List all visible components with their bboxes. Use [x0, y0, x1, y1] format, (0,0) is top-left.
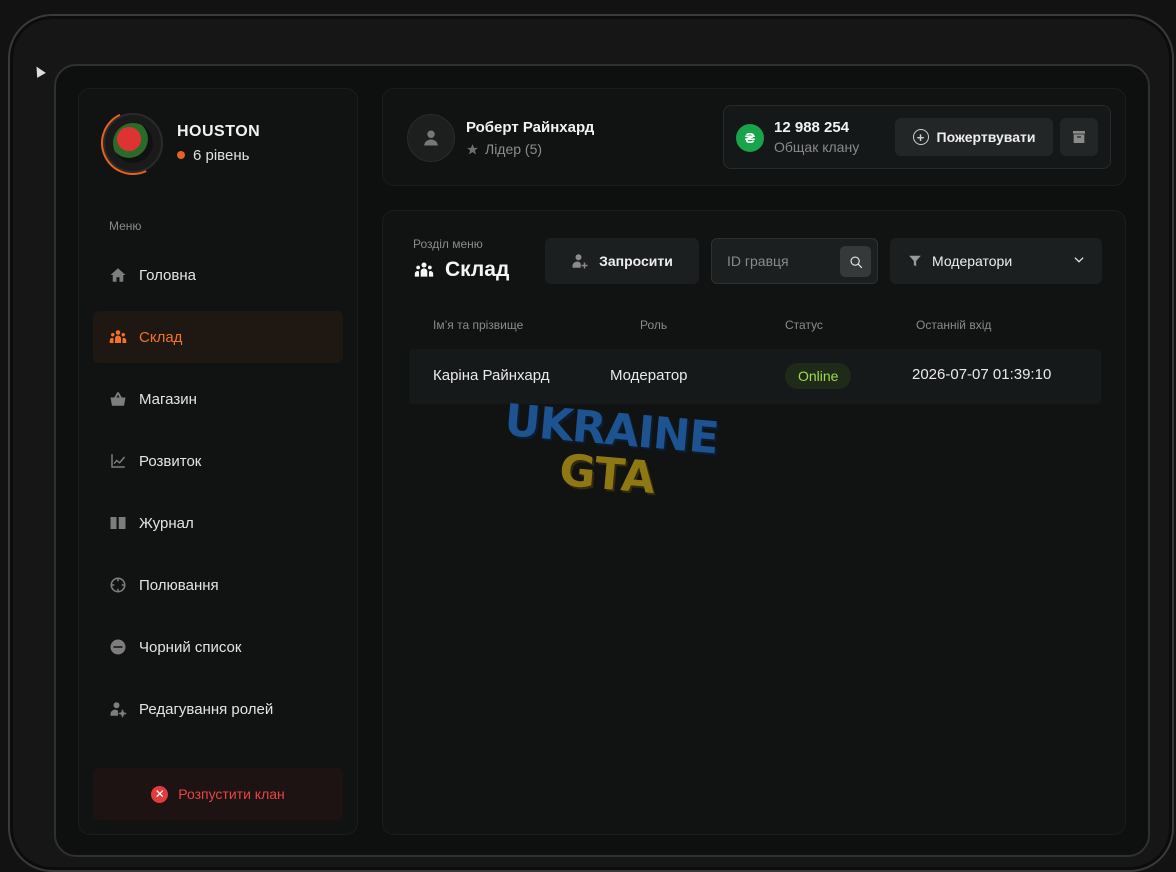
column-header-name: Ім’я та прізвище [433, 318, 524, 332]
page-title: Склад [413, 258, 509, 282]
donate-button[interactable]: + Пожертвувати [895, 118, 1053, 156]
search-input[interactable] [712, 239, 837, 283]
level-dot-icon [177, 151, 185, 159]
treasury-label: Общак клану [774, 139, 860, 155]
basket-icon [109, 390, 127, 408]
search-icon [849, 255, 862, 268]
user-role: Лідер (5) [466, 141, 542, 157]
sidebar-item-label: Магазин [139, 390, 197, 408]
hryvnia-icon: ₴ [736, 124, 764, 152]
level-progress-ring [91, 101, 175, 185]
filter-icon [909, 255, 921, 267]
clan-level-label: 6 рівень [193, 146, 250, 164]
treasury-amount: 12 988 254 [774, 119, 850, 136]
invite-label: Запросити [599, 253, 673, 269]
sidebar-item-hunting[interactable]: Полювання [93, 559, 343, 611]
tablet-frame: HOUSTON 6 рівень Меню Головна Склад Мага… [8, 14, 1174, 872]
user-name: Роберт Райнхард [466, 119, 595, 136]
user-header: Роберт Райнхард Лідер (5) ₴ 12 988 254 О… [382, 88, 1126, 186]
home-icon [109, 266, 127, 284]
team-icon [414, 262, 434, 277]
clan-level: 6 рівень [177, 147, 260, 164]
chart-line-icon [109, 452, 127, 470]
user-icon [424, 130, 438, 146]
sidebar-item-warehouse[interactable]: Склад [93, 311, 343, 363]
sidebar-item-journal[interactable]: Журнал [93, 497, 343, 549]
role-filter-select[interactable]: Модератори [890, 238, 1102, 284]
player-search [711, 238, 878, 284]
member-role: Модератор [610, 367, 688, 384]
column-header-status: Статус [785, 318, 823, 332]
clan-treasury: ₴ 12 988 254 Общак клану + Пожертвувати [723, 105, 1111, 169]
sidebar-item-development[interactable]: Розвиток [93, 435, 343, 487]
archive-icon [1073, 131, 1085, 143]
screen: HOUSTON 6 рівень Меню Головна Склад Мага… [54, 64, 1150, 857]
clan-header: HOUSTON 6 рівень [91, 101, 261, 185]
plus-circle-icon: + [912, 129, 929, 145]
sidebar-item-label: Журнал [139, 514, 194, 532]
column-header-last-login: Останній вхід [916, 318, 992, 332]
sidebar-item-label: Розвиток [139, 452, 202, 470]
clan-logo [91, 101, 175, 185]
archive-button[interactable] [1060, 118, 1098, 156]
search-button[interactable] [840, 246, 871, 277]
table-header: Ім’я та прізвище Роль Статус Останній вх… [409, 318, 1101, 338]
minus-circle-icon [109, 638, 127, 656]
disband-clan-button[interactable]: ✕ Розпустити клан [93, 768, 343, 820]
chevron-down-icon [1072, 253, 1086, 267]
avatar [407, 114, 455, 162]
page-title-label: Склад [445, 258, 510, 281]
section-caption: Розділ меню [413, 237, 483, 251]
sidebar-item-blacklist[interactable]: Чорний список [93, 621, 343, 673]
member-last-login: 2026-07-07 01:39:10 [912, 366, 1052, 383]
status-badge: Online [785, 363, 852, 389]
sidebar-item-label: Чорний список [139, 638, 242, 656]
sidebar-menu: Головна Склад Магазин Розвиток Журнал По… [93, 249, 343, 745]
add-user-icon [572, 254, 588, 269]
disband-clan-label: Розпустити клан [178, 786, 285, 802]
book-icon [109, 514, 127, 532]
sidebar-item-edit-roles[interactable]: Редагування ролей [93, 683, 343, 735]
sidebar-item-label: Головна [139, 266, 196, 284]
sidebar-item-label: Редагування ролей [139, 700, 274, 718]
table-row[interactable]: Каріна Райнхард Модератор Online 2026-07… [409, 349, 1101, 404]
sidebar-item-label: Склад [139, 328, 183, 346]
team-icon [109, 328, 127, 346]
member-name: Каріна Райнхард [433, 367, 550, 384]
user-gear-icon [109, 700, 127, 718]
user-role-label: Лідер (5) [485, 141, 543, 157]
donate-label: Пожертвувати [936, 129, 1036, 145]
sidebar-item-home[interactable]: Головна [93, 249, 343, 301]
members-panel: Розділ меню Склад Запросити Модератори [382, 210, 1126, 835]
clan-name: HOUSTON [177, 122, 261, 140]
role-filter-value: Модератори [932, 253, 1013, 269]
column-header-role: Роль [640, 318, 668, 332]
sidebar-item-shop[interactable]: Магазин [93, 373, 343, 425]
sidebar: HOUSTON 6 рівень Меню Головна Склад Мага… [78, 88, 358, 835]
menu-caption: Меню [109, 219, 142, 233]
crosshair-icon [109, 576, 127, 594]
sidebar-item-label: Полювання [139, 576, 219, 594]
close-circle-icon: ✕ [151, 785, 169, 803]
invite-button[interactable]: Запросити [545, 238, 699, 284]
star-icon [467, 143, 478, 154]
